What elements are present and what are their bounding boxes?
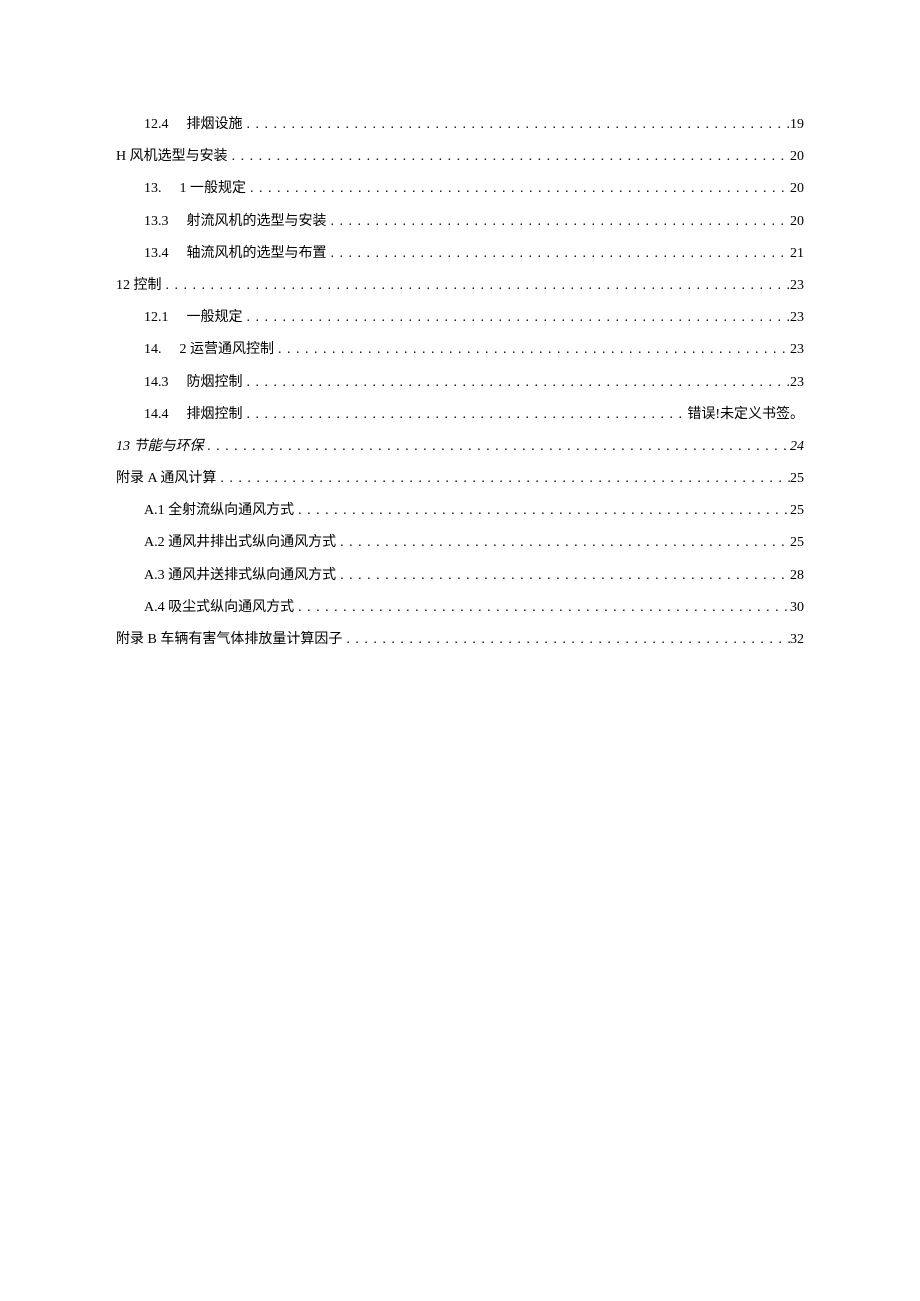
toc-entry-page: 20 [790, 180, 804, 198]
toc-entry: 12.4 排烟设施 . . . . . . . . . . . . . . . .… [116, 116, 804, 134]
toc-entry: 12 控制 . . . . . . . . . . . . . . . . . … [116, 277, 804, 295]
toc-entry-page: 28 [790, 567, 804, 585]
toc-entry: A.3 通风井送排式纵向通风方式 . . . . . . . . . . . .… [116, 567, 804, 585]
toc-entry-title: H 风机选型与安装 [116, 149, 228, 164]
toc-entry-label: H 风机选型与安装 [116, 148, 228, 166]
toc-leader-dots: . . . . . . . . . . . . . . . . . . . . … [243, 309, 791, 327]
toc-entry-title: 1 一般规定 [180, 181, 247, 196]
toc-entry: 13 节能与环保 . . . . . . . . . . . . . . . .… [116, 438, 804, 456]
toc-entry-page: 32 [790, 631, 804, 649]
toc-entry-page: 23 [790, 309, 804, 327]
toc-leader-dots: . . . . . . . . . . . . . . . . . . . . … [327, 245, 791, 263]
toc-entry-label: 12.4 排烟设施 [144, 116, 243, 134]
toc-entry-title: 轴流风机的选型与布置 [187, 246, 327, 261]
table-of-contents: 12.4 排烟设施 . . . . . . . . . . . . . . . .… [116, 116, 804, 649]
toc-entry-page: 23 [790, 374, 804, 392]
toc-entry: 12.1 一般规定 . . . . . . . . . . . . . . . .… [116, 309, 804, 327]
toc-entry-page: 23 [790, 341, 804, 359]
toc-entry-number: 12.4 [144, 116, 169, 134]
toc-entry-number: 14.4 [144, 406, 169, 424]
toc-entry-title: A.2 通风井排出式纵向通风方式 [144, 535, 336, 550]
toc-leader-dots: . . . . . . . . . . . . . . . . . . . . … [327, 213, 791, 231]
toc-entry: A.1 全射流纵向通风方式 . . . . . . . . . . . . . … [116, 502, 804, 520]
toc-leader-dots: . . . . . . . . . . . . . . . . . . . . … [274, 341, 790, 359]
toc-leader-dots: . . . . . . . . . . . . . . . . . . . . … [342, 631, 790, 649]
toc-entry-number: 14.3 [144, 374, 169, 392]
toc-entry-number: 13.3 [144, 213, 169, 231]
toc-entry-label: 13. 1 一般规定 [144, 180, 246, 198]
toc-entry-page: 19 [790, 116, 804, 134]
toc-entry-number: 13.4 [144, 245, 169, 263]
toc-entry-number: 12.1 [144, 309, 169, 327]
toc-entry: 附录 A 通风计算 . . . . . . . . . . . . . . . … [116, 470, 804, 488]
toc-entry-page: 25 [790, 502, 804, 520]
toc-entry-title: 防烟控制 [187, 375, 243, 390]
toc-entry-title: 13 节能与环保 [116, 439, 204, 454]
toc-entry-page: 20 [790, 213, 804, 231]
toc-entry-title: A.3 通风井送排式纵向通风方式 [144, 568, 336, 583]
toc-entry-label: 13.4 轴流风机的选型与布置 [144, 245, 327, 263]
toc-entry-label: A.1 全射流纵向通风方式 [144, 502, 294, 520]
toc-leader-dots: . . . . . . . . . . . . . . . . . . . . … [294, 599, 790, 617]
toc-entry: 附录 B 车辆有害气体排放量计算因子 . . . . . . . . . . .… [116, 631, 804, 649]
toc-entry-label: A.3 通风井送排式纵向通风方式 [144, 567, 336, 585]
toc-entry-title: 排烟控制 [187, 407, 243, 422]
toc-entry-title: A.4 吸尘式纵向通风方式 [144, 600, 294, 615]
toc-entry-number: 13. [144, 180, 162, 198]
toc-entry-page: 25 [790, 470, 804, 488]
toc-entry: A.2 通风井排出式纵向通风方式 . . . . . . . . . . . .… [116, 534, 804, 552]
toc-leader-dots: . . . . . . . . . . . . . . . . . . . . … [162, 277, 791, 295]
toc-entry-title: 12 控制 [116, 278, 162, 293]
toc-entry-title: A.1 全射流纵向通风方式 [144, 503, 294, 518]
toc-entry: 14.4 排烟控制 . . . . . . . . . . . . . . . .… [116, 406, 804, 424]
toc-entry-title: 附录 B 车辆有害气体排放量计算因子 [116, 632, 342, 647]
toc-entry: 14.3 防烟控制 . . . . . . . . . . . . . . . .… [116, 374, 804, 392]
toc-entry-page: 25 [790, 534, 804, 552]
toc-entry-number: 14. [144, 341, 162, 359]
toc-leader-dots: . . . . . . . . . . . . . . . . . . . . … [246, 180, 790, 198]
toc-leader-dots: . . . . . . . . . . . . . . . . . . . . … [336, 567, 790, 585]
toc-entry: A.4 吸尘式纵向通风方式 . . . . . . . . . . . . . … [116, 599, 804, 617]
toc-leader-dots: . . . . . . . . . . . . . . . . . . . . … [243, 374, 791, 392]
toc-entry-title: 2 运营通风控制 [180, 342, 275, 357]
toc-entry-page: 23 [790, 277, 804, 295]
toc-leader-dots: . . . . . . . . . . . . . . . . . . . . … [294, 502, 790, 520]
toc-entry-label: 14.4 排烟控制 [144, 406, 243, 424]
toc-entry-title: 附录 A 通风计算 [116, 471, 216, 486]
toc-leader-dots: . . . . . . . . . . . . . . . . . . . . … [216, 470, 790, 488]
toc-entry-label: 12.1 一般规定 [144, 309, 243, 327]
toc-entry-page: 20 [790, 148, 804, 166]
toc-entry-page: 24 [790, 438, 804, 456]
toc-entry-title: 排烟设施 [187, 117, 243, 132]
toc-leader-dots: . . . . . . . . . . . . . . . . . . . . … [228, 148, 790, 166]
toc-entry-page: 21 [790, 245, 804, 263]
toc-entry-label: 附录 B 车辆有害气体排放量计算因子 [116, 631, 342, 649]
toc-entry-label: 13 节能与环保 [116, 438, 204, 456]
toc-entry-page: 30 [790, 599, 804, 617]
toc-entry-title: 一般规定 [187, 310, 243, 325]
toc-leader-dots: . . . . . . . . . . . . . . . . . . . . … [243, 116, 791, 134]
toc-entry-label: 附录 A 通风计算 [116, 470, 216, 488]
toc-entry-label: 14. 2 运营通风控制 [144, 341, 274, 359]
toc-entry-label: A.4 吸尘式纵向通风方式 [144, 599, 294, 617]
toc-entry: 13. 1 一般规定 . . . . . . . . . . . . . . . … [116, 180, 804, 198]
toc-entry-page: 错误!未定义书签。 [687, 406, 804, 424]
toc-entry: H 风机选型与安装 . . . . . . . . . . . . . . . … [116, 148, 804, 166]
toc-entry-label: 12 控制 [116, 277, 162, 295]
toc-leader-dots: . . . . . . . . . . . . . . . . . . . . … [204, 438, 791, 456]
toc-leader-dots: . . . . . . . . . . . . . . . . . . . . … [336, 534, 790, 552]
toc-entry-label: A.2 通风井排出式纵向通风方式 [144, 534, 336, 552]
toc-entry: 13.4 轴流风机的选型与布置 . . . . . . . . . . . . .… [116, 245, 804, 263]
toc-entry-label: 13.3 射流风机的选型与安装 [144, 213, 327, 231]
toc-entry-label: 14.3 防烟控制 [144, 374, 243, 392]
toc-entry-title: 射流风机的选型与安装 [187, 214, 327, 229]
toc-leader-dots: . . . . . . . . . . . . . . . . . . . . … [243, 406, 688, 424]
toc-entry: 13.3 射流风机的选型与安装 . . . . . . . . . . . . .… [116, 213, 804, 231]
toc-entry: 14. 2 运营通风控制 . . . . . . . . . . . . . . … [116, 341, 804, 359]
